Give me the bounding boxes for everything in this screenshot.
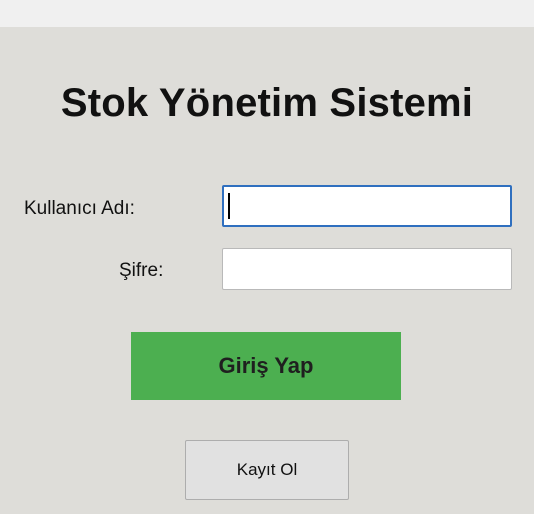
text-cursor bbox=[228, 193, 230, 219]
password-field[interactable] bbox=[222, 248, 512, 290]
app-title: Stok Yönetim Sistemi bbox=[60, 81, 474, 125]
password-label: Şifre: bbox=[119, 260, 164, 281]
register-button[interactable]: Kayıt Ol bbox=[185, 440, 349, 500]
username-field[interactable] bbox=[222, 185, 512, 227]
username-label: Kullanıcı Adı: bbox=[24, 198, 135, 219]
login-button[interactable]: Giriş Yap bbox=[131, 332, 401, 400]
login-window: Stok Yönetim Sistemi Kullanıcı Adı: Şifr… bbox=[0, 0, 534, 514]
